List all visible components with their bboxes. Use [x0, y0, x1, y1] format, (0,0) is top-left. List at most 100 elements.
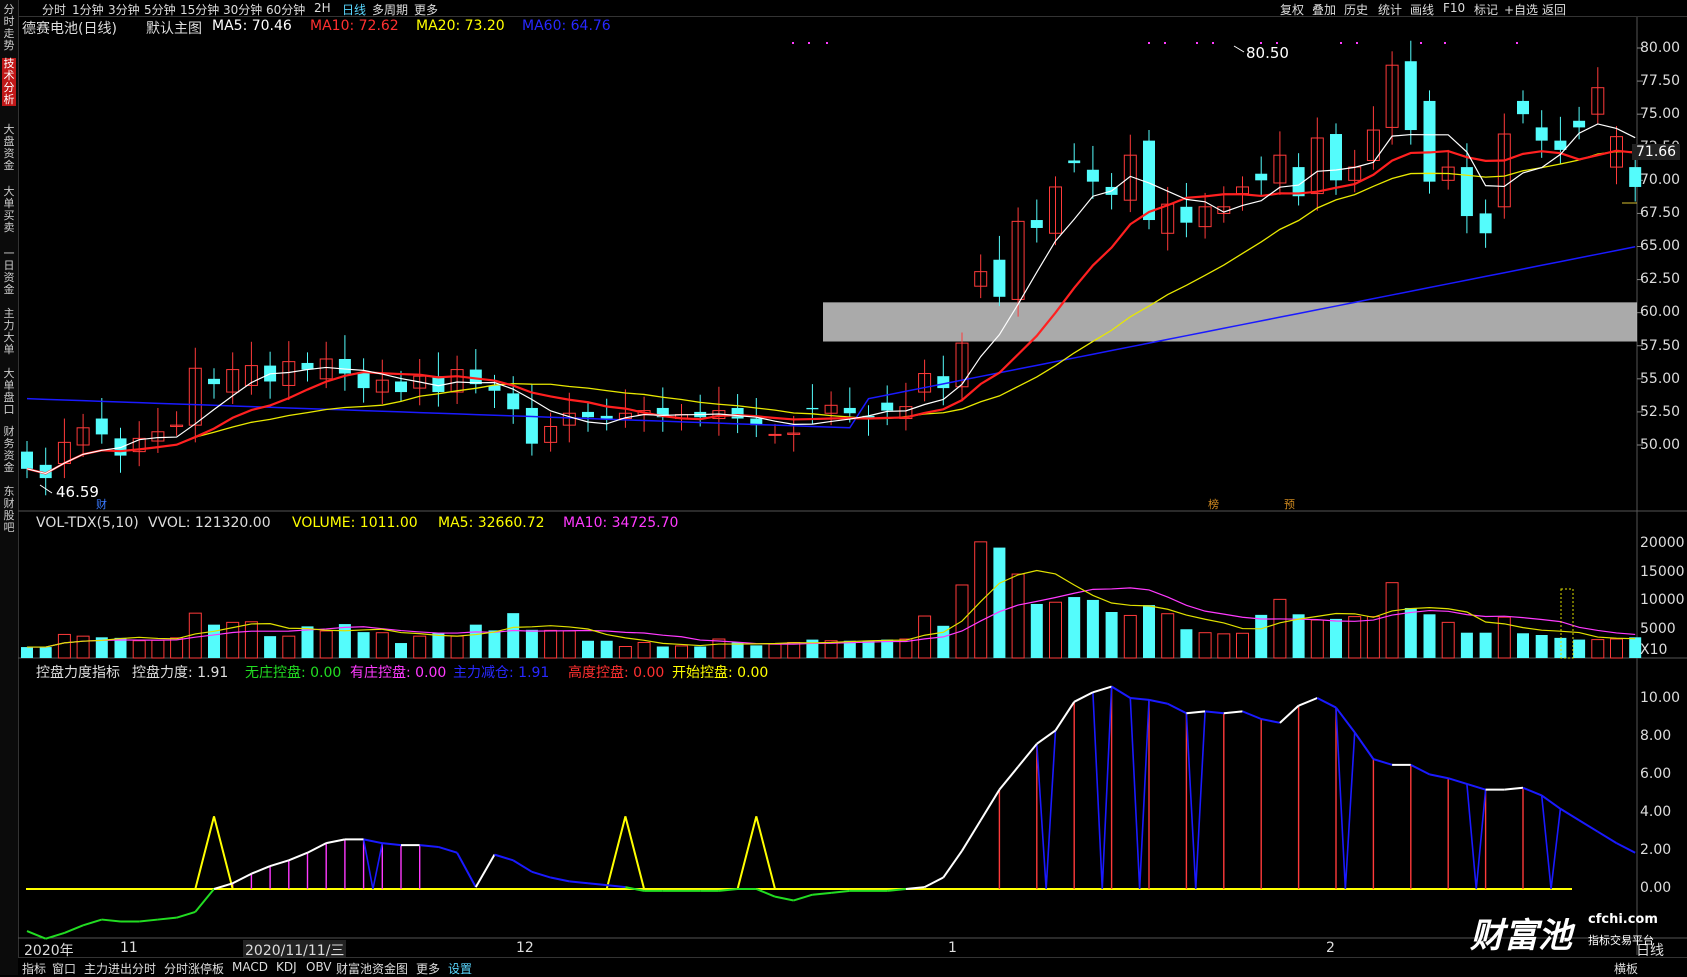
ind-line-seg — [569, 880, 589, 885]
signal-dot — [1260, 42, 1262, 44]
candle-down — [600, 415, 613, 419]
vol-bar-up — [974, 541, 988, 659]
candle-down — [1330, 134, 1342, 181]
vol-bar-up — [375, 632, 389, 659]
vol-bar-down — [301, 626, 314, 658]
btn-indicator[interactable]: 指标 — [22, 960, 46, 977]
ytick: 52.50 — [1640, 404, 1681, 420]
vol-bar-up — [637, 641, 651, 659]
vol-bar-up — [413, 635, 427, 659]
btn-kdj[interactable]: KDJ — [276, 960, 297, 974]
signal-dot — [1340, 42, 1342, 44]
ytick: 55.00 — [1640, 371, 1681, 387]
watermark-slogan: 指标交易平台 — [1588, 934, 1654, 947]
ind-line-seg — [1541, 794, 1561, 810]
vol-bar-down — [1554, 637, 1567, 658]
btn-limit-up[interactable]: 分时涨停板 — [164, 960, 224, 977]
ind-line-seg — [1429, 773, 1449, 780]
ind-line-seg — [176, 910, 196, 919]
candle-up — [768, 433, 782, 436]
ind-line-seg — [1111, 685, 1131, 699]
ind-line-seg — [194, 888, 215, 913]
low-label: 46.59 — [56, 483, 99, 501]
vol-bar-up — [1441, 621, 1455, 659]
kline-chart[interactable]: 57.82 - 60.78 80.50 46.59财 榜 预 — [0, 0, 1687, 975]
btn-obv[interactable]: OBV — [306, 960, 332, 974]
ind-blue-spike — [1335, 707, 1356, 890]
watermark-brand: 财富池 — [1470, 916, 1572, 956]
ind-line-seg — [251, 865, 271, 875]
candle-down — [731, 407, 744, 419]
candle-down — [1086, 169, 1099, 182]
vol-bar-down — [862, 640, 875, 658]
btn-macd[interactable]: MACD — [232, 960, 268, 974]
candle-down — [1255, 173, 1268, 181]
high-pointer — [1233, 45, 1245, 53]
vol-bar-down — [1292, 614, 1305, 658]
ind-line-seg — [157, 916, 177, 921]
signal-dot — [808, 42, 810, 44]
vol-bar-up — [450, 635, 464, 659]
signal-dot — [1444, 42, 1446, 44]
candle-down — [1517, 100, 1529, 115]
candle-down — [1554, 140, 1567, 150]
candle-down — [937, 376, 950, 389]
ind-line-seg — [998, 766, 1019, 791]
ind-line-seg — [755, 888, 776, 898]
signal-dot — [1276, 42, 1278, 44]
vol-bar-down — [694, 646, 707, 658]
ytick: 75.00 — [1640, 106, 1681, 122]
current-price-marker: 71.66 — [1632, 144, 1681, 160]
btn-window[interactable]: 窗口 — [52, 960, 76, 977]
btn-fund-chart[interactable]: 财富池资金图 — [336, 960, 408, 977]
ind-line-seg — [1447, 777, 1468, 785]
vol-bar-up — [1385, 582, 1399, 659]
vol-bar-down — [1143, 605, 1155, 658]
xtick: 11 — [120, 940, 138, 956]
candle-down — [1479, 213, 1492, 234]
ind-line-seg — [1036, 729, 1057, 745]
vol-bar-down — [488, 630, 501, 658]
vol-bar-up — [1310, 619, 1324, 659]
vol-bar-up — [768, 643, 782, 659]
vol-bar-down — [1479, 632, 1492, 658]
event-badge: 榜 — [1208, 497, 1219, 511]
vol-bar-down — [338, 624, 351, 658]
btn-settings[interactable]: 设置 — [448, 960, 472, 977]
vol-bar-down — [1086, 599, 1099, 658]
vol-bar-up — [76, 635, 90, 659]
ytick: 65.00 — [1640, 238, 1681, 254]
candle-down — [525, 407, 538, 444]
btn-landscape[interactable]: 横板 — [1614, 960, 1638, 977]
ind-ytick: 4.00 — [1640, 804, 1672, 820]
ind-line-seg — [774, 895, 794, 902]
ma5-line — [26, 123, 1636, 475]
ind-line-seg — [1017, 743, 1038, 768]
vol-bar-up — [1610, 638, 1623, 659]
ytick: 57.50 — [1640, 338, 1681, 354]
vol-bar-down — [469, 624, 482, 658]
vol-bar-down — [114, 637, 127, 658]
vol-bar-down — [39, 647, 52, 658]
ind-line-seg — [1186, 710, 1206, 715]
vol-bar-down — [750, 645, 763, 658]
btn-main-flow[interactable]: 主力进出分时 — [84, 960, 156, 977]
ind-line-seg — [232, 872, 252, 885]
vol-bar-down — [1460, 632, 1473, 658]
btn-more[interactable]: 更多 — [416, 960, 440, 977]
ind-blue-spike — [1092, 686, 1113, 890]
candle-down — [582, 411, 594, 418]
signal-dot — [792, 42, 794, 44]
ind-blue-spike — [362, 839, 384, 890]
ind-ytick: 2.00 — [1640, 842, 1672, 858]
ind-ytick: 8.00 — [1640, 728, 1672, 744]
vol-bar-up — [675, 645, 688, 659]
candle-down — [1535, 127, 1548, 141]
signal-dot — [826, 42, 828, 44]
ytick: 62.50 — [1640, 271, 1681, 287]
ind-line-seg — [1204, 710, 1224, 715]
watermark-url: cfchi.com — [1588, 912, 1658, 927]
vol-bar-down — [264, 636, 277, 658]
ind-line-seg — [419, 844, 439, 848]
vol-bar-up — [1236, 632, 1249, 659]
